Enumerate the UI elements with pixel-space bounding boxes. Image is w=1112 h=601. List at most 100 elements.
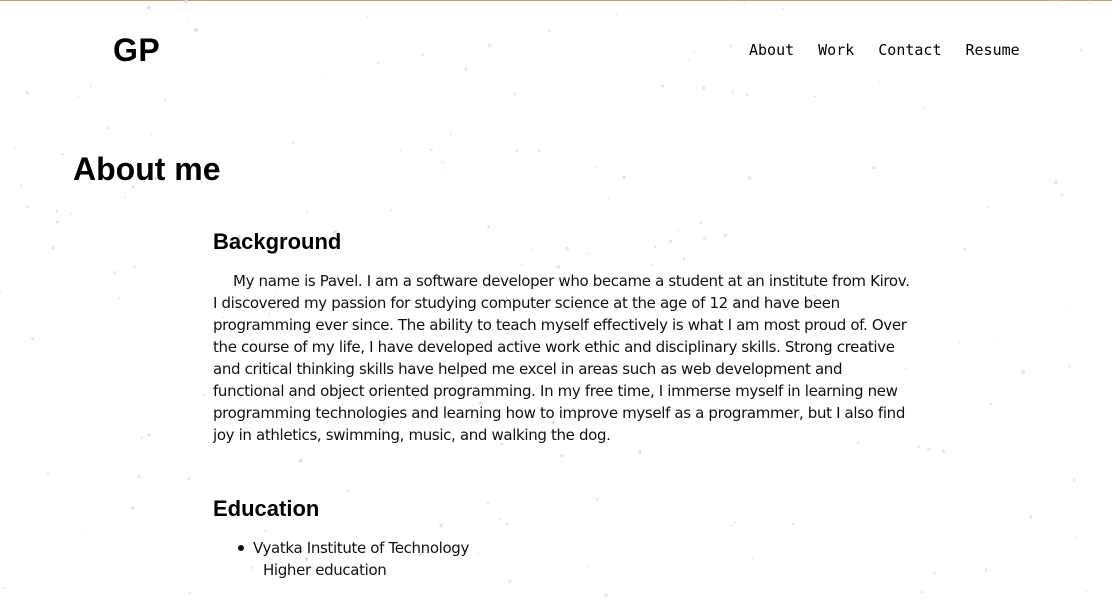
background-dot (604, 593, 608, 597)
background-dot (782, 7, 785, 10)
background-dot (1068, 364, 1071, 368)
nav-link-contact[interactable]: Contact (878, 40, 941, 60)
list-item: Vyatka Institute of Technology Higher ed… (213, 537, 915, 581)
background-dot (989, 402, 992, 406)
background-dot (187, 476, 191, 480)
background-dot (986, 205, 989, 209)
background-dot (113, 270, 117, 275)
background-dot (921, 105, 925, 109)
background-dot (872, 166, 876, 170)
background-dot (70, 212, 73, 215)
background-dot (878, 81, 881, 84)
education-list: Vyatka Institute of Technology Higher ed… (213, 537, 915, 581)
background-dot (1079, 48, 1084, 52)
background-dot (933, 572, 936, 575)
background-dot (660, 84, 664, 88)
background-dot (1075, 535, 1078, 539)
background-dot (692, 50, 696, 54)
background-dot (537, 149, 541, 152)
background-dot (813, 95, 816, 98)
background-dot (688, 58, 690, 61)
background-dot (548, 30, 551, 33)
background-dot (149, 133, 153, 136)
background-dot (131, 506, 135, 510)
background-dot (390, 209, 392, 212)
background-dot (993, 340, 996, 343)
background-dot (449, 132, 452, 136)
background-dot (1053, 180, 1058, 185)
page-title: About me (73, 151, 221, 187)
background-dot (441, 169, 443, 172)
background-dot (188, 591, 191, 594)
background-dot (186, 21, 189, 24)
background-dot (1066, 308, 1068, 311)
background-dot (464, 67, 468, 71)
background-dot (1072, 478, 1077, 482)
background-dot (193, 28, 198, 33)
background-dot (147, 433, 151, 437)
background-dot (1021, 370, 1026, 374)
background-dot (726, 3, 729, 6)
background-dot (56, 220, 59, 224)
background-dot (917, 445, 921, 449)
background-dot (1029, 515, 1033, 519)
background-dot (305, 210, 309, 214)
background-dot (13, 146, 16, 149)
background-dot (77, 96, 80, 98)
background-dot (487, 43, 492, 48)
background-dot (399, 149, 402, 152)
background-dot (124, 196, 127, 199)
background-dot (25, 91, 29, 95)
background-dot (89, 85, 92, 88)
background-dot (963, 247, 966, 251)
background-dot (163, 99, 167, 102)
background-dot (729, 44, 733, 48)
background-dot (19, 184, 23, 188)
background-dot (2, 586, 6, 590)
background-dot (1085, 590, 1088, 593)
background-dot (117, 297, 121, 300)
background-heading: Background (213, 229, 342, 254)
background-dot (745, 93, 749, 97)
site-logo[interactable]: GP (113, 31, 160, 69)
background-dot (805, 191, 807, 194)
background-dot (147, 6, 151, 10)
background-dot (61, 152, 65, 156)
background-dot (31, 337, 35, 341)
background-dot (51, 246, 55, 250)
background-dot (137, 474, 141, 479)
education-degree: Higher education (263, 561, 387, 579)
main-nav: About Work Contact Resume (749, 40, 1020, 60)
background-dot (513, 92, 516, 96)
background-dot (55, 210, 58, 213)
background-dot (515, 149, 519, 153)
background-dot (747, 176, 752, 180)
nav-link-about[interactable]: About (749, 40, 794, 60)
background-dot (366, 15, 369, 18)
background-dot (699, 221, 703, 224)
background-dot (941, 449, 945, 453)
background-dot (1087, 2, 1090, 5)
background-dot (1060, 193, 1064, 197)
background-dot (730, 90, 735, 95)
background-section: Background My name is Pavel. I am a soft… (213, 226, 915, 446)
background-dot (105, 125, 110, 130)
background-dot (324, 73, 327, 76)
top-border-line (0, 0, 1112, 1)
education-heading: Education (213, 496, 320, 521)
background-dot (441, 161, 445, 165)
background-dot (291, 140, 296, 144)
background-dot (984, 568, 988, 571)
background-dot (615, 13, 618, 16)
background-dot (927, 447, 931, 451)
background-dot (203, 394, 206, 397)
education-section: Education Vyatka Institute of Technology… (213, 493, 915, 581)
background-dot (919, 589, 924, 594)
nav-link-work[interactable]: Work (818, 40, 854, 60)
background-dot (376, 61, 380, 65)
background-dot (957, 341, 961, 344)
nav-link-resume[interactable]: Resume (966, 40, 1020, 60)
bullet-icon (238, 545, 244, 551)
background-dot (132, 265, 137, 269)
background-dot (139, 435, 144, 440)
